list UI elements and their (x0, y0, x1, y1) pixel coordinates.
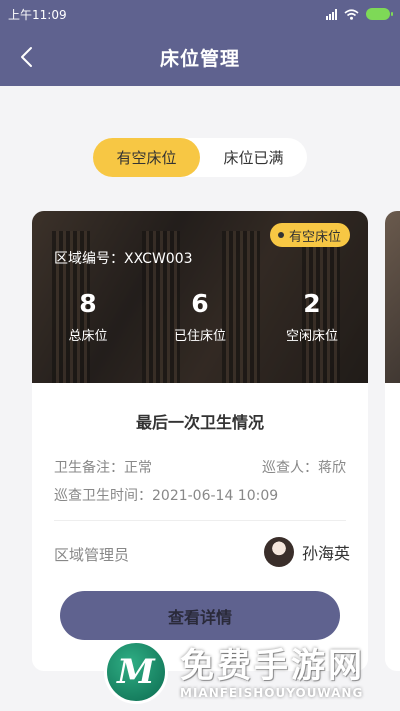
next-card-peek[interactable] (385, 211, 400, 671)
stat-value: 8 (79, 289, 97, 318)
area-photo: 有空床位 区域编号：XXCW003 8 总床位 6 已住床位 2 空闲床位 (32, 211, 368, 383)
inspection-time-row: 巡查卫生时间：2021-06-14 10:09 (54, 485, 346, 505)
manager-label: 区域管理员 (54, 546, 130, 564)
hygiene-section-title: 最后一次卫生情况 (135, 413, 264, 432)
filter-tabs: 有空床位 床位已满 (93, 138, 307, 177)
stat-total: 8 总床位 (32, 289, 144, 344)
stat-value: 6 (191, 289, 209, 318)
battery-icon (366, 8, 393, 20)
manager-name: 孙海英 (301, 544, 350, 563)
nav-bar: 床位管理 (0, 28, 400, 86)
stat-occupied: 6 已住床位 (144, 289, 256, 344)
inspector: 巡查人：蒋欣 (262, 460, 346, 476)
status-bar: 上午11:09 (0, 0, 400, 28)
avatar (263, 537, 294, 567)
stat-value: 2 (303, 289, 321, 318)
watermark: M 免费手游网 MIANFEISHOUYOUWANG (104, 630, 394, 711)
stat-label: 总床位 (68, 329, 108, 344)
divider (54, 520, 346, 521)
page-title: 床位管理 (159, 48, 240, 70)
dot-icon (277, 232, 284, 238)
watermark-logo-icon: M (104, 640, 168, 704)
status-badge: 有空床位 (269, 223, 350, 247)
badge-label: 有空床位 (288, 229, 341, 245)
watermark-title: 免费手游网 (180, 646, 365, 686)
area-code: 区域编号：XXCW003 (54, 251, 193, 267)
hygiene-info-row: 卫生备注：正常 巡查人：蒋欣 (54, 457, 346, 477)
status-time: 上午11:09 (8, 7, 67, 22)
next-card-photo (385, 211, 400, 383)
bed-stats: 8 总床位 6 已住床位 2 空闲床位 (32, 289, 368, 344)
stat-free: 2 空闲床位 (256, 289, 368, 344)
signal-icon (326, 8, 337, 20)
inspection-time: 巡查卫生时间：2021-06-14 10:09 (54, 488, 279, 504)
stat-label: 已住床位 (173, 329, 226, 344)
status-icons (326, 8, 393, 20)
stat-label: 空闲床位 (285, 329, 338, 344)
manager: 孙海英 (263, 537, 350, 567)
hygiene-note: 卫生备注：正常 (54, 460, 152, 476)
tab-full[interactable]: 床位已满 (200, 138, 307, 177)
tab-available[interactable]: 有空床位 (93, 138, 200, 177)
wifi-icon (344, 8, 359, 20)
area-card[interactable]: 有空床位 区域编号：XXCW003 8 总床位 6 已住床位 2 空闲床位 最后… (32, 211, 368, 671)
watermark-subtitle: MIANFEISHOUYOUWANG (180, 686, 364, 700)
